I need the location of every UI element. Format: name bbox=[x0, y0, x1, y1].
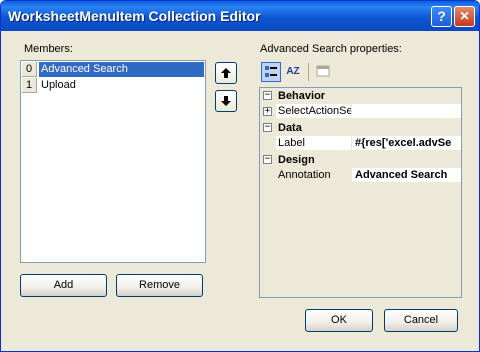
property-gutter bbox=[260, 168, 276, 184]
categorized-icon bbox=[265, 66, 277, 77]
property-gutter bbox=[260, 136, 276, 152]
list-item-index: 0 bbox=[22, 62, 37, 77]
property-pages-button[interactable] bbox=[313, 62, 333, 82]
close-button[interactable]: × bbox=[454, 6, 475, 27]
minus-icon[interactable]: − bbox=[263, 123, 272, 132]
minus-icon[interactable]: − bbox=[263, 155, 272, 164]
window-title: WorksheetMenuItem Collection Editor bbox=[8, 8, 261, 24]
property-name: SelectActionSe bbox=[276, 104, 352, 119]
property-name: Annotation bbox=[276, 168, 352, 183]
help-button[interactable]: ? bbox=[431, 6, 452, 27]
category-name: Behavior bbox=[278, 90, 326, 102]
property-grid-toolbar: AZ bbox=[259, 60, 459, 84]
move-up-button[interactable] bbox=[215, 62, 237, 84]
categorized-button[interactable] bbox=[261, 62, 281, 82]
remove-button[interactable]: Remove bbox=[116, 274, 203, 297]
title-bar[interactable]: WorksheetMenuItem Collection Editor ? × bbox=[1, 1, 479, 31]
property-gutter: + bbox=[260, 104, 276, 120]
toolbar-separator bbox=[308, 63, 309, 81]
property-row-annotation[interactable]: Annotation Advanced Search bbox=[260, 168, 461, 184]
arrow-up-icon bbox=[221, 68, 231, 78]
properties-label: Advanced Search properties: bbox=[260, 43, 402, 55]
close-icon: × bbox=[459, 8, 470, 25]
property-pages-icon bbox=[316, 65, 330, 77]
cancel-button[interactable]: Cancel bbox=[384, 309, 458, 332]
arrow-down-icon bbox=[221, 96, 231, 106]
property-name: Label bbox=[276, 136, 352, 151]
list-item-label: Advanced Search bbox=[39, 62, 204, 77]
category-name: Data bbox=[278, 122, 302, 134]
list-item[interactable]: 1 Upload bbox=[22, 78, 204, 93]
property-value[interactable]: #{res['excel.advSe bbox=[352, 136, 461, 151]
list-item-index: 1 bbox=[22, 78, 37, 93]
help-icon: ? bbox=[437, 8, 446, 24]
collection-editor-dialog: WorksheetMenuItem Collection Editor ? × … bbox=[0, 0, 480, 352]
minus-icon[interactable]: − bbox=[263, 91, 272, 100]
property-value[interactable] bbox=[352, 104, 461, 119]
add-button[interactable]: Add bbox=[20, 274, 107, 297]
property-value[interactable]: Advanced Search bbox=[352, 168, 461, 183]
alphabetical-button[interactable]: AZ bbox=[283, 62, 303, 82]
list-item-label: Upload bbox=[41, 79, 76, 91]
category-gutter: − bbox=[260, 88, 276, 104]
category-row-data[interactable]: − Data bbox=[260, 120, 461, 136]
members-label: Members: bbox=[24, 43, 73, 55]
ok-button[interactable]: OK bbox=[305, 309, 373, 332]
category-name: Design bbox=[278, 154, 315, 166]
category-row-behavior[interactable]: − Behavior bbox=[260, 88, 461, 104]
category-gutter: − bbox=[260, 152, 276, 168]
members-list[interactable]: 0 Advanced Search 1 Upload bbox=[20, 60, 206, 263]
plus-icon[interactable]: + bbox=[263, 107, 272, 116]
alphabetical-icon: AZ bbox=[286, 66, 300, 77]
category-row-design[interactable]: − Design bbox=[260, 152, 461, 168]
list-item[interactable]: 0 Advanced Search bbox=[22, 62, 204, 77]
property-grid[interactable]: − Behavior + SelectActionSe − Data Label… bbox=[259, 87, 462, 298]
category-gutter: − bbox=[260, 120, 276, 136]
property-row-label[interactable]: Label #{res['excel.advSe bbox=[260, 136, 461, 152]
move-down-button[interactable] bbox=[215, 90, 237, 112]
property-row-selectaction[interactable]: + SelectActionSe bbox=[260, 104, 461, 120]
